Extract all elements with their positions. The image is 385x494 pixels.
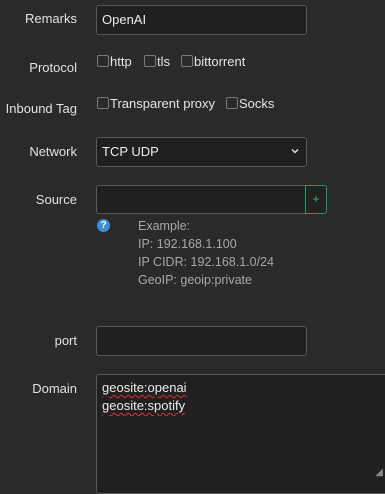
checkbox-label: bittorrent xyxy=(194,54,246,69)
domain-line: geosite:openai xyxy=(102,380,187,395)
checkbox-label: Socks xyxy=(239,96,275,111)
domain-line: geosite:spotify xyxy=(102,398,186,413)
remarks-label: Remarks xyxy=(24,11,77,26)
inbound-socks-checkbox[interactable]: Socks xyxy=(226,96,274,111)
remarks-input[interactable]: OpenAI xyxy=(96,5,307,35)
inbound-tag-label: Inbound Tag xyxy=(5,101,77,116)
protocol-label: Protocol xyxy=(29,60,77,75)
resize-handle-icon[interactable]: ◢ xyxy=(375,467,383,478)
example-ip-cidr: IP CIDR: 192.168.1.0/24 xyxy=(138,255,274,269)
port-input[interactable] xyxy=(96,326,307,356)
protocol-tls-checkbox[interactable]: tls xyxy=(144,54,170,69)
checkbox-box[interactable] xyxy=(144,55,156,67)
network-select[interactable]: TCP UDP xyxy=(96,137,307,167)
network-select-value: TCP UDP xyxy=(102,144,159,159)
checkbox-box[interactable] xyxy=(226,97,238,109)
source-input[interactable] xyxy=(96,185,306,214)
help-icon[interactable]: ? xyxy=(97,219,110,232)
example-ip: IP: 192.168.1.100 xyxy=(138,237,237,251)
checkbox-label: http xyxy=(110,54,132,69)
example-title: Example: xyxy=(138,219,191,233)
add-source-button[interactable]: + xyxy=(305,185,327,214)
domain-label: Domain xyxy=(32,381,77,396)
domain-textarea[interactable]: geosite:openai geosite:spotify xyxy=(96,374,385,494)
protocol-bittorrent-checkbox[interactable]: bittorrent xyxy=(181,54,245,69)
network-label: Network xyxy=(29,144,77,159)
port-label: port xyxy=(54,333,77,348)
chevron-down-icon xyxy=(291,148,299,154)
example-geoip: GeoIP: geoip:private xyxy=(138,273,252,287)
inbound-transparent-proxy-checkbox[interactable]: Transparent proxy xyxy=(97,96,215,111)
source-label: Source xyxy=(35,192,77,207)
checkbox-box[interactable] xyxy=(181,55,193,67)
checkbox-box[interactable] xyxy=(97,55,109,67)
protocol-http-checkbox[interactable]: http xyxy=(97,54,132,69)
checkbox-label: tls xyxy=(157,54,170,69)
checkbox-box[interactable] xyxy=(97,97,109,109)
checkbox-label: Transparent proxy xyxy=(110,96,216,111)
